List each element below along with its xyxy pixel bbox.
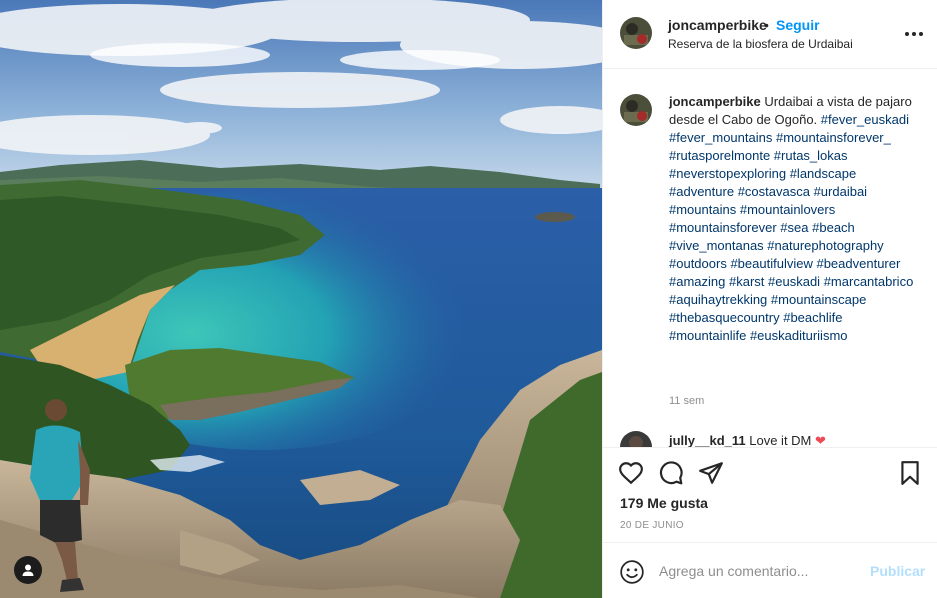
more-options-icon[interactable] xyxy=(905,32,923,36)
user-icon[interactable] xyxy=(14,556,42,584)
emoji-icon[interactable] xyxy=(619,559,645,585)
follow-button[interactable]: Seguir xyxy=(776,17,820,33)
publish-button[interactable]: Publicar xyxy=(870,563,925,579)
hashtag-link[interactable]: #sea xyxy=(780,220,808,235)
comment-icon[interactable] xyxy=(658,460,684,486)
share-icon[interactable] xyxy=(698,460,724,486)
hashtag-link[interactable]: #amazing xyxy=(669,274,725,289)
hashtag-link[interactable]: #costavasca xyxy=(738,184,810,199)
separator-dot: • xyxy=(764,17,769,33)
post-photo[interactable] xyxy=(0,0,602,598)
caption-username[interactable]: joncamperbike xyxy=(669,94,761,109)
hashtag-link[interactable]: #neverstopexploring xyxy=(669,166,786,181)
post-time[interactable]: 11 sem xyxy=(669,395,704,407)
hashtag-link[interactable]: #mountainsforever xyxy=(669,220,777,235)
header-username[interactable]: joncamperbike xyxy=(668,17,767,33)
hashtag-link[interactable]: #mountains xyxy=(669,202,736,217)
hashtag-link[interactable]: #urdaibai xyxy=(814,184,868,199)
post-caption: joncamperbike Urdaibai a vista de pajaro… xyxy=(669,93,921,345)
avatar[interactable] xyxy=(620,431,652,447)
hashtag-link[interactable]: #beachlife xyxy=(783,310,842,325)
hashtag-link[interactable]: #mountainlife xyxy=(669,328,746,343)
hashtag-link[interactable]: #euskadi xyxy=(768,274,820,289)
hashtag-link[interactable]: #fever_euskadi xyxy=(821,112,909,127)
hashtag-link[interactable]: #fever_mountains xyxy=(669,130,772,145)
heart-icon[interactable] xyxy=(618,460,644,486)
post-sidebar: joncamperbike • Seguir Reserva de la bio… xyxy=(602,0,937,598)
comments-section[interactable]: joncamperbike Urdaibai a vista de pajaro… xyxy=(603,69,937,447)
hashtag-link[interactable]: #outdoors xyxy=(669,256,727,271)
hashtag-link[interactable]: #thebasquecountry xyxy=(669,310,780,325)
comment-input[interactable] xyxy=(659,559,859,583)
comment-composer: Publicar xyxy=(603,542,937,598)
hashtag-link[interactable]: #beautifulview xyxy=(730,256,812,271)
hashtag-link[interactable]: #rutas_lokas xyxy=(774,148,848,163)
hashtag-link[interactable]: #karst xyxy=(729,274,764,289)
hashtag-link[interactable]: #aquihaytrekking xyxy=(669,292,767,307)
landscape-photo xyxy=(0,0,602,598)
hashtag-link[interactable]: #mountainlovers xyxy=(740,202,835,217)
heart-emoji: ❤ xyxy=(815,433,826,447)
action-bar xyxy=(603,447,937,497)
likes-count[interactable]: 179 Me gusta xyxy=(620,495,708,511)
hashtag-link[interactable]: #marcantabrico xyxy=(824,274,914,289)
comment-username[interactable]: jully__kd_11 xyxy=(669,433,746,447)
bookmark-icon[interactable] xyxy=(897,460,923,486)
hashtag-link[interactable]: #beadventurer xyxy=(816,256,900,271)
hashtag-link[interactable]: #beach xyxy=(812,220,855,235)
avatar[interactable] xyxy=(620,94,652,126)
hashtag-link[interactable]: #naturephotography xyxy=(767,238,883,253)
hashtag-link[interactable]: #rutasporelmonte xyxy=(669,148,770,163)
comment-item: jully__kd_11 Love it DM ❤ xyxy=(669,433,826,447)
post-header: joncamperbike • Seguir Reserva de la bio… xyxy=(603,0,937,69)
comment-text: Love it DM xyxy=(749,433,812,447)
location-link[interactable]: Reserva de la biosfera de Urdaibai xyxy=(668,37,853,51)
hashtag-link[interactable]: #landscape xyxy=(790,166,857,181)
avatar[interactable] xyxy=(620,17,652,49)
hashtag-link[interactable]: #euskadituriismo xyxy=(750,328,848,343)
hashtag-link[interactable]: #vive_montanas xyxy=(669,238,764,253)
hashtag-link[interactable]: #mountainscape xyxy=(771,292,866,307)
hashtag-list: #fever_euskadi #fever_mountains #mountai… xyxy=(669,112,913,343)
post-date[interactable]: 20 DE JUNIO xyxy=(620,520,684,531)
hashtag-link[interactable]: #adventure xyxy=(669,184,734,199)
hashtag-link[interactable]: #mountainsforever_ xyxy=(776,130,891,145)
